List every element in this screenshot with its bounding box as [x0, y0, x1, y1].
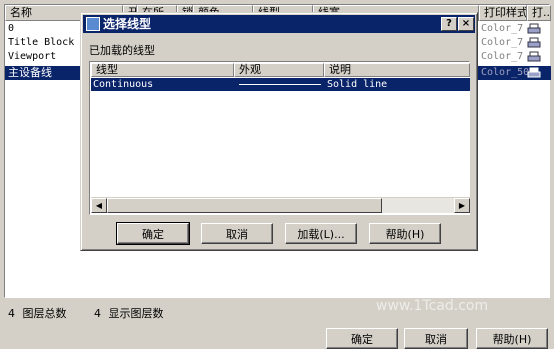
shown-layer-label: 显示图层数 [108, 307, 164, 320]
linetype-preview [239, 84, 321, 85]
help-button[interactable]: 帮助(H) [369, 223, 441, 244]
layer-status-bar: 4 图层总数 4 显示图层数 [4, 305, 164, 323]
loaded-linetypes-label: 已加载的线型 [89, 44, 155, 57]
layer-help-button[interactable]: 帮助(H) [476, 328, 548, 349]
total-layer-label: 图层总数 [22, 307, 67, 320]
linetype-description: Solid line [327, 79, 388, 90]
linetype-name: Continuous [93, 79, 154, 90]
ok-button[interactable]: 确定 [116, 222, 190, 245]
column-header-appearance[interactable]: 外观 [234, 63, 324, 77]
column-header-plot[interactable]: 打... [527, 5, 551, 21]
layer-ok-button[interactable]: 确定 [326, 328, 398, 349]
cancel-button[interactable]: 取消 [201, 223, 273, 244]
select-linetype-dialog: 选择线型 ? × 已加载的线型 线型 外观 说明 Continuous Soli… [80, 12, 478, 251]
layer-name: 0 [8, 23, 15, 34]
layer-name: Title Block [8, 37, 75, 48]
help-title-button[interactable]: ? [441, 17, 457, 31]
watermark: www.1Tcad.com [376, 298, 489, 314]
linetype-row-selected[interactable]: Continuous Solid line [91, 78, 470, 91]
horizontal-scrollbar[interactable]: ◀ ▶ [91, 197, 470, 213]
layer-name: Viewport [8, 51, 57, 62]
dialog-title-bar[interactable]: 选择线型 ? × [83, 15, 475, 33]
scroll-thumb[interactable] [107, 198, 382, 213]
printer-icon[interactable] [527, 51, 541, 63]
total-layer-count: 4 [8, 307, 15, 320]
plot-style: Color_7 [481, 51, 524, 62]
plot-style: Color_7 [481, 23, 524, 34]
close-icon[interactable]: × [458, 17, 474, 31]
shown-layer-count: 4 [94, 307, 101, 320]
app-icon [86, 17, 100, 31]
layer-cancel-button[interactable]: 取消 [404, 328, 468, 349]
layer-name: 主设备线 [8, 66, 52, 79]
column-header-linetype[interactable]: 线型 [91, 63, 234, 77]
column-header-plot-style[interactable]: 打印样式 [479, 5, 527, 21]
plot-style: Color_50 [481, 67, 530, 78]
plot-style: Color_7 [481, 37, 524, 48]
load-button[interactable]: 加载(L)... [285, 223, 357, 244]
scroll-right-icon[interactable]: ▶ [454, 198, 470, 213]
column-header-description[interactable]: 说明 [324, 63, 470, 77]
printer-icon[interactable] [527, 67, 541, 79]
printer-icon[interactable] [527, 23, 541, 35]
scroll-left-icon[interactable]: ◀ [91, 198, 107, 213]
linetype-list[interactable]: 线型 外观 说明 Continuous Solid line ◀ ▶ [89, 61, 470, 215]
printer-icon[interactable] [527, 37, 541, 49]
dialog-title: 选择线型 [103, 17, 152, 31]
